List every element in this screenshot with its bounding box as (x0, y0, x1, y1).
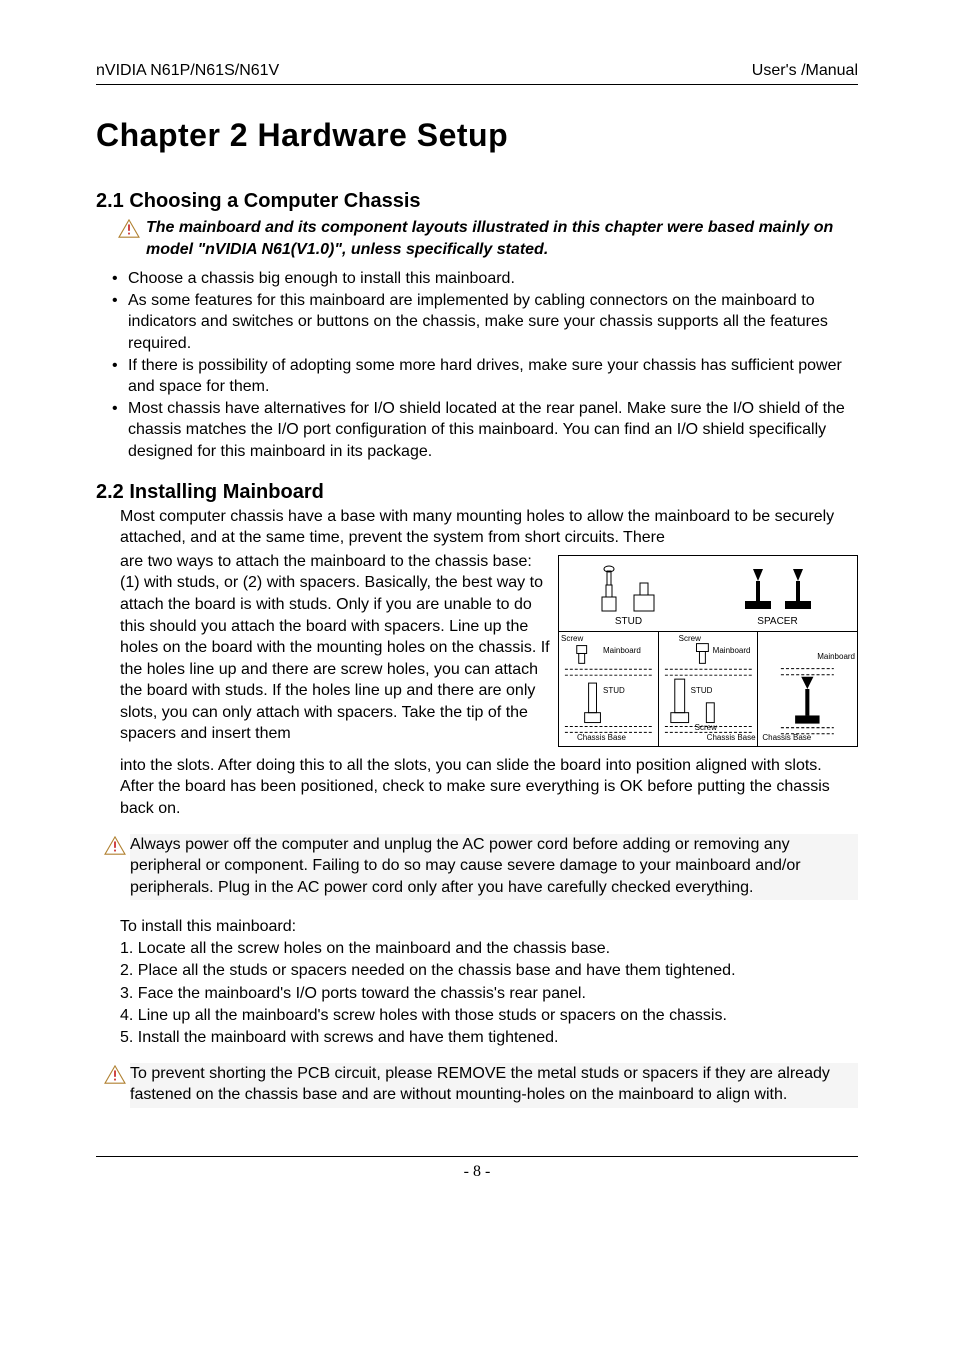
install-steps-block: To install this mainboard: 1. Locate all… (120, 916, 858, 1048)
spacer-diagram: SPACER (733, 561, 823, 629)
power-off-notice: Always power off the computer and unplug… (104, 834, 858, 901)
stud-diagram: STUD (594, 561, 664, 629)
bullet-item: Most chassis have alternatives for I/O s… (128, 398, 858, 463)
install-step: 1. Locate all the screw holes on the mai… (120, 938, 858, 960)
chassis-label: Chassis Base (762, 733, 811, 744)
stud-label-small: STUD (603, 686, 625, 697)
caution-icon (104, 1065, 126, 1085)
install-step: 2. Place all the studs or spacers needed… (120, 960, 858, 982)
header-left: nVIDIA N61P/N61S/N61V (96, 62, 279, 80)
section-2-2-float-block: STUD SPACER Screw Ma (120, 551, 858, 753)
mainboard-label: Mainboard (817, 652, 855, 663)
screw-label: Screw (679, 634, 701, 645)
screw-label: Screw (561, 634, 583, 645)
install-step: 4. Line up all the mainboard's screw hol… (120, 1005, 858, 1027)
section-2-1-heading: 2.1 Choosing a Computer Chassis (96, 190, 858, 213)
install-lead: To install this mainboard: (120, 916, 858, 938)
stud-label: STUD (615, 615, 642, 629)
stud-spacer-figure: STUD SPACER Screw Ma (558, 555, 858, 747)
install-step: 5. Install the mainboard with screws and… (120, 1027, 858, 1049)
section-2-2-para-post: into the slots. After doing this to all … (120, 755, 858, 820)
stud-label-small: STUD (691, 686, 713, 697)
chassis-label: Chassis Base (577, 733, 626, 744)
section-2-2-heading: 2.2 Installing Mainboard (96, 481, 858, 504)
shorting-notice-text: To prevent shorting the PCB circuit, ple… (130, 1063, 858, 1108)
header-right: User's /Manual (752, 62, 858, 80)
spacer-label: SPACER (757, 615, 797, 629)
bullet-item: As some features for this mainboard are … (128, 290, 858, 355)
model-note-text: The mainboard and its component layouts … (146, 217, 858, 260)
chapter-title: Chapter 2 Hardware Setup (96, 117, 858, 154)
bullet-item: Choose a chassis big enough to install t… (128, 268, 858, 290)
install-step: 3. Face the mainboard's I/O ports toward… (120, 983, 858, 1005)
page-number: - 8 - (96, 1156, 858, 1181)
shorting-notice: To prevent shorting the PCB circuit, ple… (104, 1063, 858, 1108)
section-2-2-para-pre: Most computer chassis have a base with m… (120, 506, 858, 549)
caution-icon (118, 219, 140, 239)
power-off-notice-text: Always power off the computer and unplug… (130, 834, 858, 901)
model-note: The mainboard and its component layouts … (118, 217, 858, 260)
caution-icon (104, 836, 126, 856)
mainboard-label: Mainboard (603, 646, 641, 657)
page-header: nVIDIA N61P/N61S/N61V User's /Manual (96, 62, 858, 85)
section-2-2-para-float: are two ways to attach the mainboard to … (120, 553, 550, 743)
chassis-label: Chassis Base (707, 733, 756, 744)
bullet-item: If there is possibility of adopting some… (128, 355, 858, 398)
mainboard-label: Mainboard (713, 646, 751, 657)
section-2-1-bullets: •Choose a chassis big enough to install … (112, 268, 858, 462)
